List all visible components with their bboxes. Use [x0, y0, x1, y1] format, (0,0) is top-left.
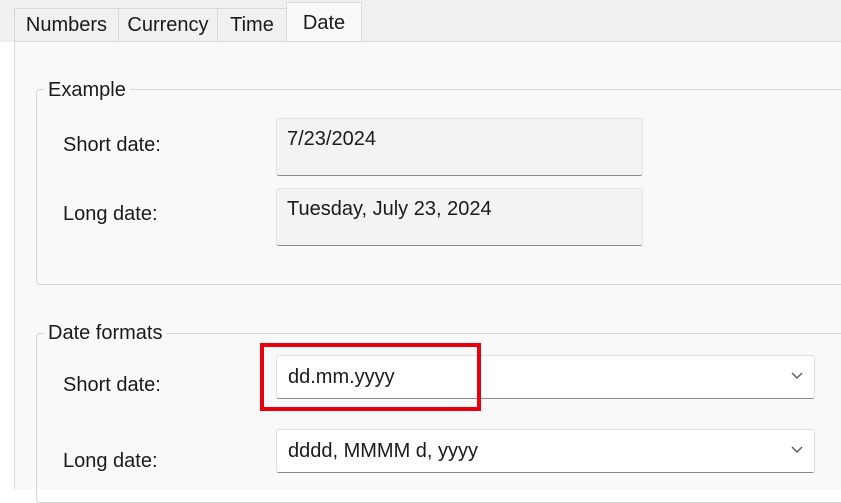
- highlight-box: [260, 343, 481, 411]
- example-short-date-label: Short date:: [63, 134, 161, 156]
- example-group-title: Example: [44, 79, 130, 101]
- example-short-date-value: 7/23/2024: [276, 118, 643, 176]
- tab-numbers[interactable]: Numbers: [14, 8, 119, 41]
- tab-currency[interactable]: Currency: [118, 8, 218, 41]
- example-long-date-value: Tuesday, July 23, 2024: [276, 188, 643, 246]
- chevron-down-icon[interactable]: [790, 442, 804, 456]
- chevron-down-icon[interactable]: [790, 368, 804, 382]
- date-formats-group-title: Date formats: [44, 322, 167, 344]
- long-date-format-label: Long date:: [63, 450, 158, 472]
- short-date-format-label: Short date:: [63, 374, 161, 396]
- long-date-format-value: dddd, MMMM d, yyyy: [288, 440, 479, 462]
- example-long-date-label: Long date:: [63, 203, 158, 225]
- tab-strip: Numbers Currency Time Date: [0, 0, 841, 42]
- tab-date[interactable]: Date: [286, 2, 362, 42]
- tab-time[interactable]: Time: [217, 8, 287, 41]
- long-date-format-dropdown[interactable]: dddd, MMMM d, yyyy: [276, 429, 815, 473]
